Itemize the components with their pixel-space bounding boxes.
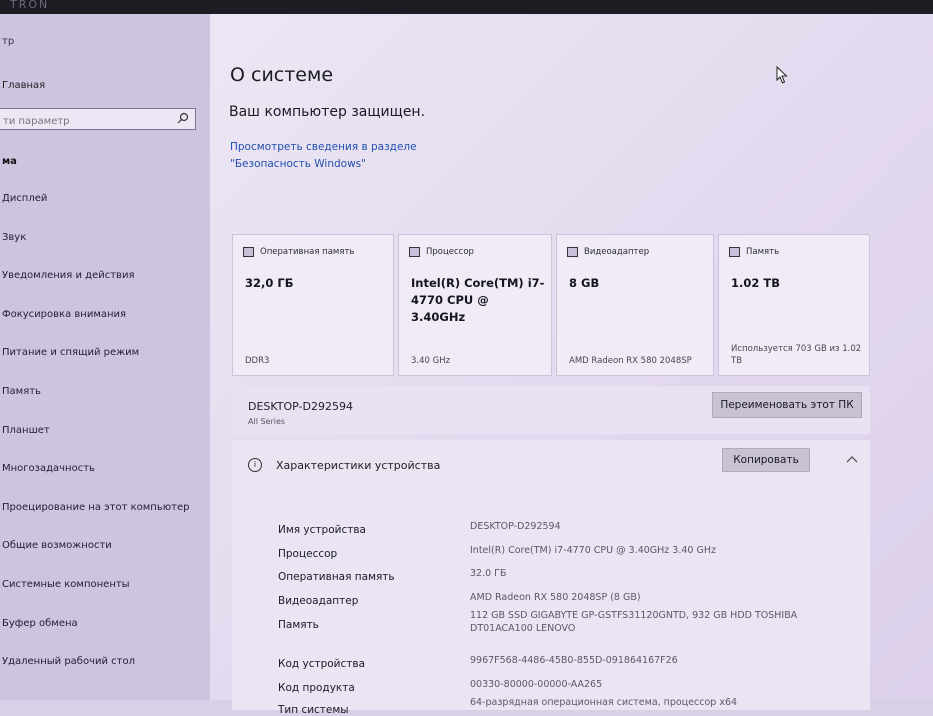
spec-value: 112 GB SSD GIGABYTE GP-GSTFS31120GNTD, 9…: [470, 610, 798, 634]
sidebar-item-focus[interactable]: Фокусировка внимания: [0, 308, 210, 347]
spec-key: Память: [278, 619, 319, 631]
spec-key: Код устройства: [278, 658, 366, 670]
device-name: DESKTOP-D292594: [248, 400, 353, 413]
card-header: Видеоадаптер: [584, 247, 650, 257]
gpu-icon: [567, 247, 578, 257]
card-value: 32,0 ГБ: [245, 276, 294, 290]
sidebar-item-notifications[interactable]: Уведомления и действия: [0, 269, 210, 308]
search-icon[interactable]: [177, 112, 189, 124]
sidebar-item-sound[interactable]: Звук: [0, 231, 210, 270]
sidebar-item-power[interactable]: Питание и спящий режим: [0, 346, 210, 385]
spec-key: Оперативная память: [278, 571, 395, 583]
about-page: О системе Ваш компьютер защищен. Просмот…: [210, 14, 933, 716]
sidebar-nav: Дисплей Звук Уведомления и действия Фоку…: [0, 192, 210, 694]
sidebar-item-remote-desktop[interactable]: Удаленный рабочий стол: [0, 655, 210, 694]
spec-cards: Оперативная память 32,0 ГБ DDR3 Процессо…: [232, 234, 870, 376]
sidebar-item-multitasking[interactable]: Многозадачность: [0, 462, 210, 501]
sidebar-item-clipboard[interactable]: Буфер обмена: [0, 617, 210, 656]
spec-value: 9967F568-4486-45B0-855D-091864167F26: [470, 655, 678, 666]
card-value: Intel(R) Core(TM) i7-4770 CPU @ 3.40GHz: [411, 276, 545, 324]
card-subtext: 3.40 GHz: [411, 356, 451, 366]
spec-key: Видеоадаптер: [278, 595, 359, 607]
settings-sidebar: тр Главная ма Дисплей Звук Уведомления и…: [0, 14, 210, 700]
spec-value: 00330-80000-00000-AA265: [470, 679, 603, 690]
spec-value: Intel(R) Core(TM) i7-4770 CPU @ 3.40GHz …: [470, 545, 716, 556]
sidebar-breadcrumb: тр: [2, 36, 15, 47]
rename-pc-button[interactable]: Переименовать этот ПК: [712, 392, 862, 418]
card-header: Оперативная память: [260, 247, 355, 257]
sidebar-section-title: ма: [2, 156, 17, 167]
device-specs-panel: i Характеристики устройства Копировать И…: [232, 440, 870, 716]
spec-key: Процессор: [278, 548, 338, 560]
spec-key: Тип системы: [278, 704, 349, 716]
sidebar-item-storage[interactable]: Память: [0, 385, 210, 424]
sidebar-item-shared[interactable]: Общие возможности: [0, 539, 210, 578]
card-header: Память: [746, 247, 780, 257]
processor-card: Процессор Intel(R) Core(TM) i7-4770 CPU …: [398, 234, 552, 376]
page-title: О системе: [230, 64, 334, 86]
storage-card: Память 1.02 TB Используется 703 GB из 1.…: [718, 234, 870, 376]
ram-card: Оперативная память 32,0 ГБ DDR3: [232, 234, 394, 376]
card-header: Процессор: [426, 247, 474, 257]
chevron-up-icon[interactable]: [846, 454, 858, 464]
card-value: 8 GB: [569, 276, 600, 290]
spec-value: 64-разрядная операционная система, проце…: [470, 697, 738, 708]
search-input[interactable]: [0, 111, 173, 132]
specs-header[interactable]: i Характеристики устройства: [248, 458, 440, 472]
security-details-link[interactable]: Просмотреть сведения в разделе "Безопасн…: [230, 139, 500, 173]
sidebar-home-link[interactable]: Главная: [2, 80, 45, 91]
ram-icon: [243, 247, 254, 257]
gpu-card: Видеоадаптер 8 GB AMD Radeon RX 580 2048…: [556, 234, 714, 376]
protection-status: Ваш компьютер защищен.: [229, 104, 426, 120]
settings-search[interactable]: [0, 108, 196, 132]
spec-value: DESKTOP-D292594: [470, 521, 561, 532]
sidebar-item-components[interactable]: Системные компоненты: [0, 578, 210, 617]
card-subtext: DDR3: [245, 356, 270, 366]
specs-title: Характеристики устройства: [276, 458, 441, 472]
brand-text: TRON: [10, 0, 50, 11]
info-icon: i: [248, 458, 262, 472]
spec-value: AMD Radeon RX 580 2048SP (8 GB): [470, 592, 641, 603]
storage-icon: [729, 247, 740, 257]
sidebar-item-display[interactable]: Дисплей: [0, 192, 210, 231]
processor-icon: [409, 247, 420, 257]
device-model: All Series: [248, 417, 286, 426]
mouse-cursor-icon: [776, 66, 788, 84]
card-subtext: Используется 703 GB из 1.02 TB: [731, 344, 862, 366]
sidebar-item-tablet[interactable]: Планшет: [0, 424, 210, 463]
spec-key: Имя устройства: [278, 524, 366, 536]
sidebar-item-projecting[interactable]: Проецирование на этот компьютер: [0, 501, 210, 540]
spec-key: Код продукта: [278, 682, 355, 694]
card-subtext: AMD Radeon RX 580 2048SP: [569, 356, 692, 366]
spec-value: 32.0 ГБ: [470, 568, 507, 579]
top-bezel: TRON: [0, 0, 933, 14]
card-value: 1.02 TB: [731, 276, 780, 290]
pc-name-row: DESKTOP-D292594 All Series Переименовать…: [232, 386, 870, 434]
copy-button[interactable]: Копировать: [722, 448, 810, 472]
